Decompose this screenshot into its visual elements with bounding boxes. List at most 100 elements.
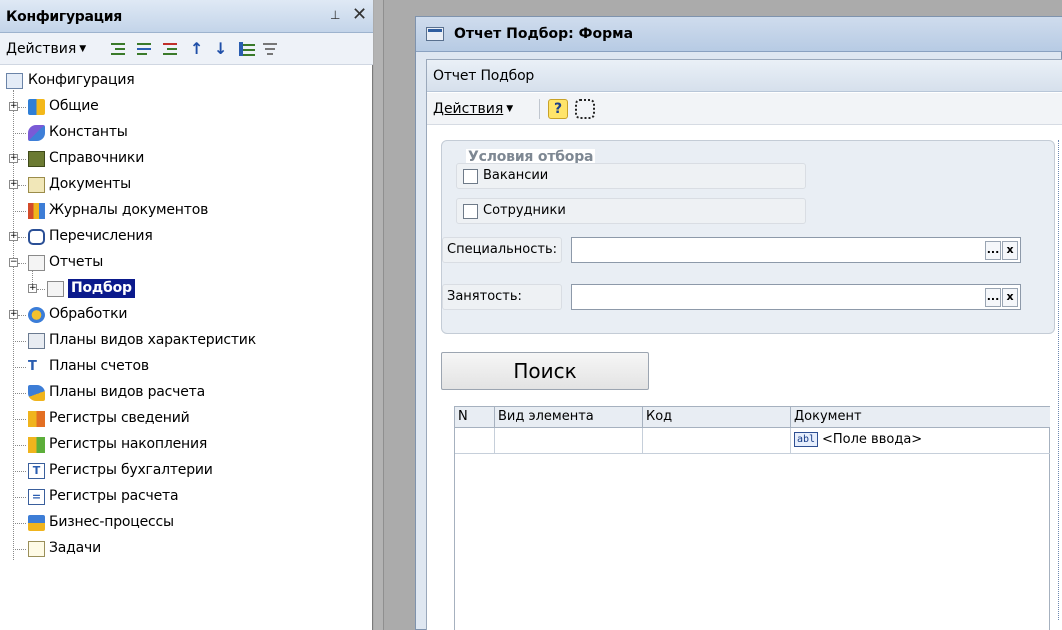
tree-item-calculation-types[interactable]: Планы видов расчета <box>0 382 373 404</box>
panel-splitter[interactable] <box>374 0 384 630</box>
panel-toolbar: Действия ▼ ↑ ↓ <box>0 33 373 65</box>
help-button[interactable]: ? <box>548 99 568 119</box>
close-icon[interactable]: ✕ <box>352 4 367 25</box>
tree-item-accounting-registers[interactable]: T Регистры бухгалтерии <box>0 460 373 482</box>
collapse-icon[interactable]: − <box>9 258 18 267</box>
checkbox-employees[interactable]: Сотрудники <box>456 198 806 224</box>
tree-item-label: Регистры накопления <box>49 436 208 452</box>
tree-item-constants[interactable]: Константы <box>0 122 373 144</box>
accounting-registers-icon: T <box>28 463 45 479</box>
specialty-label: Специальность: <box>442 237 562 263</box>
tree-item-accumulation-registers[interactable]: Регистры накопления <box>0 434 373 456</box>
info-registers-icon <box>28 411 45 427</box>
filter-icon[interactable] <box>262 41 279 57</box>
search-button[interactable]: Поиск <box>441 352 649 390</box>
specialty-clear-button[interactable]: x <box>1002 241 1018 260</box>
calculation-registers-icon: = <box>28 489 45 505</box>
move-down-icon[interactable]: ↓ <box>214 39 227 58</box>
column-header-code[interactable]: Код <box>643 407 791 428</box>
employment-label: Занятость: <box>442 284 562 310</box>
characteristic-types-icon <box>28 333 45 349</box>
column-header-element-type[interactable]: Вид элемента <box>495 407 643 428</box>
tree-item-root[interactable]: Конфигурация <box>0 70 373 92</box>
specialty-input[interactable]: ... x <box>571 237 1021 263</box>
tree-item-tasks[interactable]: Задачи <box>0 538 373 560</box>
form-toolbar: Действия ▼ ? <box>427 93 1062 125</box>
specialty-select-button[interactable]: ... <box>985 241 1001 260</box>
tree-item-label: Подбор <box>68 279 135 298</box>
tree-item-label: Бизнес-процессы <box>49 514 174 530</box>
enums-icon <box>28 229 45 245</box>
hierarchy-icon[interactable] <box>238 41 255 57</box>
move-up-icon[interactable]: ↑ <box>190 39 203 58</box>
charts-of-accounts-icon: T <box>28 359 37 374</box>
checkbox-vacancies[interactable]: Вакансии <box>456 163 806 189</box>
tree-item-label: Регистры сведений <box>49 410 190 426</box>
calculation-types-icon <box>28 385 45 401</box>
column-header-document[interactable]: Документ <box>791 407 1050 428</box>
table-cell[interactable] <box>643 428 791 454</box>
table-cell[interactable] <box>455 428 495 454</box>
tree-item-info-registers[interactable]: Регистры сведений <box>0 408 373 430</box>
tree-item-label: Регистры бухгалтерии <box>49 462 213 478</box>
checkbox-box[interactable] <box>463 204 478 219</box>
employment-clear-button[interactable]: x <box>1002 288 1018 307</box>
table-cell[interactable] <box>495 428 643 454</box>
expand-icon[interactable]: + <box>9 154 18 163</box>
panel-title-bar: Конфигурация ⊥ ✕ <box>0 0 373 33</box>
tree-item-label: Обработки <box>49 306 128 322</box>
expand-icon[interactable]: + <box>9 310 18 319</box>
processing-icon <box>28 307 45 323</box>
pin-icon[interactable]: ⊥ <box>330 8 340 22</box>
tree-item-reports[interactable]: − Отчеты <box>0 252 373 274</box>
expand-icon[interactable]: + <box>28 284 37 293</box>
edit-item-icon[interactable] <box>136 41 153 57</box>
actions-menu-label: Действия <box>6 41 77 57</box>
report-form-window: Отчет Подбор: Форма Отчет Подбор Действи… <box>415 16 1062 630</box>
tree-item-enums[interactable]: + Перечисления <box>0 226 373 248</box>
tree-item-label: Журналы документов <box>49 202 209 218</box>
add-item-icon[interactable] <box>110 41 127 57</box>
catalogs-icon <box>28 151 45 167</box>
tree-item-label: Отчеты <box>49 254 104 270</box>
expand-icon[interactable]: + <box>9 102 18 111</box>
tree-item-journals[interactable]: Журналы документов <box>0 200 373 222</box>
results-table[interactable]: N Вид элемента Код Документ abl <Поле вво… <box>454 406 1050 630</box>
tasks-icon <box>28 541 45 557</box>
actions-menu[interactable]: Действия ▼ <box>6 41 86 57</box>
window-caption[interactable]: Отчет Подбор: Форма <box>416 17 1062 52</box>
tree-item-catalogs[interactable]: + Справочники <box>0 148 373 170</box>
employment-input[interactable]: ... x <box>571 284 1021 310</box>
form-header: Отчет Подбор <box>427 60 1062 92</box>
form-actions-menu[interactable]: Действия ▼ <box>433 101 513 117</box>
tree-item-business-processes[interactable]: Бизнес-процессы <box>0 512 373 534</box>
checkbox-box[interactable] <box>463 169 478 184</box>
tree-item-common[interactable]: + Общие <box>0 96 373 118</box>
expand-icon[interactable]: + <box>9 232 18 241</box>
tree-item-label: Задачи <box>49 540 101 556</box>
tree-item-processing[interactable]: + Обработки <box>0 304 373 326</box>
tree-item-documents[interactable]: + Документы <box>0 174 373 196</box>
frame-select-icon[interactable] <box>575 99 595 119</box>
tree-item-calculation-registers[interactable]: = Регистры расчета <box>0 486 373 508</box>
checkbox-label: Сотрудники <box>483 203 566 218</box>
chevron-down-icon: ▼ <box>506 104 514 114</box>
employment-select-button[interactable]: ... <box>985 288 1001 307</box>
expand-icon[interactable]: + <box>9 180 18 189</box>
business-processes-icon <box>28 515 45 531</box>
tree-item-charts-of-accounts[interactable]: T Планы счетов <box>0 356 373 378</box>
tree-item-characteristic-types[interactable]: Планы видов характеристик <box>0 330 373 352</box>
tree-item-label: Конфигурация <box>28 72 135 88</box>
delete-item-icon[interactable] <box>162 41 179 57</box>
tree-item-label: Регистры расчета <box>49 488 179 504</box>
form-body: Условия отбора Вакансии Сотрудники Специ… <box>427 126 1062 630</box>
tree-item-label: Справочники <box>49 150 145 166</box>
journals-icon <box>28 203 45 219</box>
column-header-n[interactable]: N <box>455 407 495 428</box>
table-cell-document[interactable]: abl <Поле ввода> <box>791 428 1050 454</box>
chevron-down-icon: ▼ <box>79 44 87 54</box>
form-window-icon <box>426 27 444 41</box>
form-header-title: Отчет Подбор <box>433 68 535 84</box>
tree-item-podbor[interactable]: + Подбор <box>0 278 373 300</box>
toolbar-separator <box>539 99 540 119</box>
